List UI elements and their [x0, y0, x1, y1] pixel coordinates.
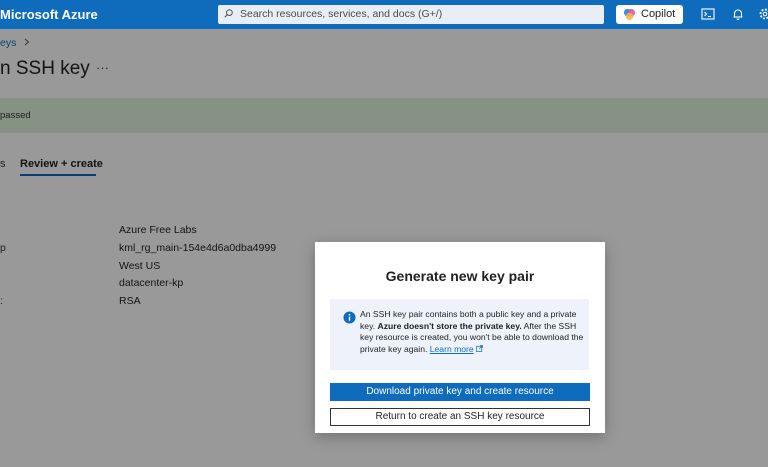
- return-button[interactable]: Return to create an SSH key resource: [330, 408, 590, 426]
- copilot-button[interactable]: Copilot: [616, 5, 683, 24]
- info-text-emphasis: Azure doesn't store the private key.: [377, 320, 522, 331]
- search-input[interactable]: Search resources, services, and docs (G+…: [218, 5, 604, 24]
- learn-more-link[interactable]: Learn more: [430, 344, 474, 354]
- download-private-key-button[interactable]: Download private key and create resource: [330, 383, 590, 401]
- search-placeholder: Search resources, services, and docs (G+…: [240, 8, 443, 20]
- dialog-title: Generate new key pair: [385, 268, 535, 284]
- search-icon: [224, 9, 233, 18]
- gear-icon[interactable]: [758, 7, 768, 21]
- bell-icon[interactable]: [731, 7, 745, 21]
- info-text: An SSH key pair contains both a public k…: [360, 309, 585, 355]
- external-link-icon: [475, 344, 483, 352]
- copilot-label: Copilot: [641, 8, 676, 20]
- top-bar: Microsoft Azure Search resources, servic…: [0, 0, 768, 29]
- copilot-icon: [623, 8, 636, 21]
- generate-key-pair-dialog: Generate new key pair An SSH key pair co…: [315, 242, 605, 433]
- info-icon: [343, 311, 356, 324]
- brand-title[interactable]: Microsoft Azure: [0, 7, 98, 22]
- info-message: An SSH key pair contains both a public k…: [330, 299, 589, 370]
- cloud-shell-icon[interactable]: [701, 7, 715, 21]
